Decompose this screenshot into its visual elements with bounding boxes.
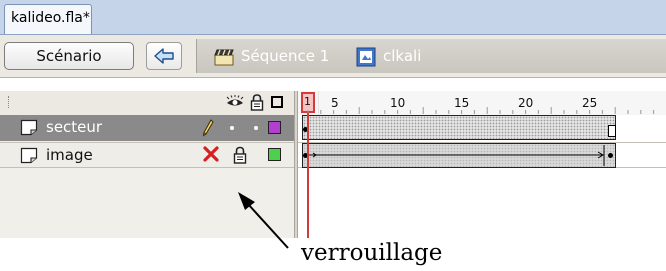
annotation-label: verrouillage — [301, 240, 443, 266]
annotation-arrow — [238, 192, 289, 249]
